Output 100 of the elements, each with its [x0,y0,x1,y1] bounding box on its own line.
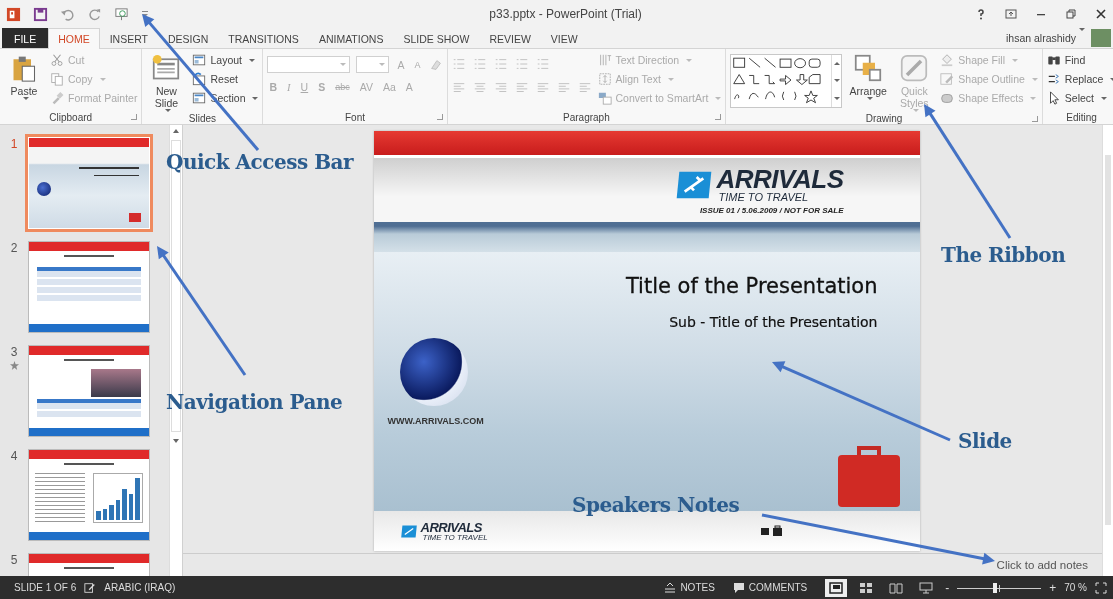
shape-gallery[interactable] [730,54,843,108]
dialog-launcher-icon[interactable] [131,114,138,120]
slide-number: 4 [10,449,18,463]
caret-icon [379,63,386,66]
logo-tagline: TIME TO TRAVEL [718,192,810,203]
quick-styles-icon [900,54,929,82]
slide-thumbnail[interactable] [28,449,150,541]
ribbon-tab[interactable]: SLIDE SHOW [393,28,480,48]
group-label: Paragraph [563,111,610,123]
slide-number: 3 [10,345,18,359]
arrange-icon [854,54,883,82]
ribbon-button[interactable]: Replace [1046,71,1113,87]
callout-label: Navigation Pane [166,390,343,414]
caret-icon [1079,28,1085,31]
window-title: p33.pptx - PowerPoint (Trial) [488,7,643,21]
ribbon-tab[interactable]: DESIGN [158,28,219,48]
ribbon-tab[interactable]: HOME [48,28,100,49]
ribbon-tab[interactable]: VIEW [540,28,588,48]
ribbon-button[interactable]: Paste [4,52,44,110]
caret-icon [22,97,29,100]
ribbon-tab[interactable]: INSERT [99,28,158,48]
ribbon-tab[interactable]: ANIMATIONS [308,28,394,48]
ribbon-tab[interactable]: REVIEW [479,28,541,48]
ribbon-button[interactable]: Reset [192,71,259,87]
slide-number: 5 [10,553,18,567]
ribbon-display-icon[interactable] [1005,8,1017,20]
ribbon-tab[interactable]: TRANSITIONS [218,28,309,48]
ribbon-button[interactable]: Select [1046,90,1113,106]
slide-number: 2 [10,241,18,255]
zoom-out-button[interactable]: - [945,580,950,595]
logo-name: ARRIVALS [716,166,844,192]
group-label: Clipboard [49,111,93,123]
user-name[interactable]: ihsan alrashidy [1005,32,1076,44]
restore-icon[interactable] [1065,8,1077,20]
replace-icon [1046,72,1061,86]
copy-icon [50,72,64,86]
save-icon[interactable] [33,6,48,22]
caret-icon [1031,77,1038,81]
callout-label: Quick Access Bar [166,150,354,174]
caret-icon [1030,96,1037,100]
comment-icon [732,581,745,594]
slide-number: 1 [10,137,18,151]
zoom-level[interactable]: 70 % [1064,582,1087,593]
caret-icon [1012,58,1018,62]
language-indicator[interactable]: ARABIC (IRAQ) [104,582,176,593]
slideshow-start-icon[interactable] [114,6,129,22]
ribbon-button[interactable]: Layout [192,52,259,68]
layout-icon [192,91,207,105]
callout-label: Speakers Notes [572,493,740,517]
zoom-in-button[interactable]: + [1049,580,1057,595]
normal-view-icon[interactable] [825,578,848,597]
slide-thumbnail[interactable] [28,241,150,333]
suitcase-drawing [837,445,900,507]
caret-icon [252,96,259,100]
redo-icon[interactable] [87,6,102,22]
notes-placeholder[interactable]: Click to add notes [996,559,1088,571]
smartart-icon [597,91,612,105]
pencil-icon [940,72,955,86]
group-label: Editing [1066,111,1097,123]
paintbrush-icon [50,91,64,105]
notes-button[interactable]: NOTES [664,581,715,594]
dialog-launcher-icon[interactable] [715,114,722,120]
airplane-logo-icon [399,523,418,539]
scrollbar[interactable] [1102,125,1113,576]
ribbon-button[interactable]: Find [1046,52,1113,68]
logo-tagline: TIME TO TRAVEL [422,533,488,542]
callout-label: Slide [958,429,1012,453]
reset-icon [192,72,207,86]
notes-icon [664,581,677,594]
close-icon[interactable] [1095,8,1107,20]
proofing-icon[interactable] [84,581,97,594]
caret-icon [912,109,919,112]
zoom-slider[interactable] [957,582,1042,593]
file-tab[interactable]: FILE [2,28,49,48]
logo-name: ARRIVALS [420,520,483,534]
issue-text: ISSUE 01 / 5.06.2009 / NOT FOR SALE [699,206,844,215]
caret-icon [249,58,255,62]
slide-title[interactable]: Title of the Presentation [625,274,878,298]
align-text-icon [597,72,612,86]
dialog-launcher-icon[interactable] [436,114,443,120]
website-text: WWW.ARRIVALS.COM [387,416,484,426]
fit-to-window-icon[interactable] [1095,581,1107,594]
caret-icon [866,97,873,100]
caret-icon [1101,96,1108,100]
caret-icon [686,58,693,62]
dialog-launcher-icon[interactable] [1031,116,1038,122]
caret-icon [667,77,674,81]
caret-icon [340,63,347,66]
paint-bucket-icon [940,53,955,67]
caret-icon [715,96,722,100]
group-label: Font [345,111,365,123]
help-icon[interactable] [975,8,987,20]
slide-subtitle[interactable]: Sub - Title of the Presentation [669,314,878,330]
ribbon-button[interactable]: New Slide [146,52,187,112]
slide-counter: SLIDE 1 OF 6 [14,582,77,593]
comments-button[interactable]: COMMENTS [732,581,808,594]
group-label: Slides [188,112,217,124]
slide-thumbnail[interactable] [28,345,150,437]
ribbon-button[interactable]: Arrange [848,52,889,112]
powerpoint-logo-icon [6,6,21,22]
